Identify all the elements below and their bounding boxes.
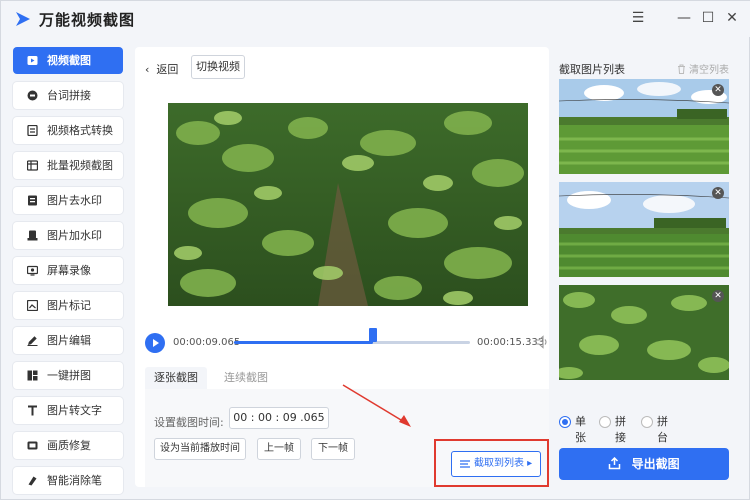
- set-current-time-button[interactable]: 设为当前播放时间: [154, 438, 246, 460]
- trash-icon: [677, 64, 685, 74]
- sidebar-item-label: 图片编辑: [47, 334, 91, 347]
- sidebar-item-subtitle-join[interactable]: 台词拼接: [13, 82, 123, 109]
- time-input[interactable]: 00 : 00 : 09 .065: [229, 407, 329, 429]
- export-screenshot-button[interactable]: 导出截图: [559, 448, 729, 480]
- screenshot-mode-tabs: 逐张截图 连续截图: [145, 367, 549, 389]
- add-watermark-icon: [27, 230, 38, 241]
- title-bar: 万能视频截图 ☰ — ☐ ✕: [1, 1, 750, 37]
- sidebar-item-label: 图片去水印: [47, 194, 102, 207]
- screenshot-thumb[interactable]: ✕: [559, 285, 729, 380]
- eraser-pen-icon: [28, 476, 37, 486]
- play-icon: [153, 339, 159, 347]
- switch-video-button[interactable]: 切换视频: [191, 55, 245, 79]
- volume-icon[interactable]: [535, 335, 549, 349]
- sidebar-item-image-edit[interactable]: 图片编辑: [13, 327, 123, 354]
- sidebar-item-label: 智能消除笔: [47, 474, 102, 487]
- thumb-image: [559, 182, 729, 277]
- tab-single-screenshot[interactable]: 逐张截图: [145, 367, 207, 389]
- sidebar-item-remove-watermark[interactable]: 图片去水印: [13, 187, 123, 214]
- current-time: 00:00:09.065: [173, 337, 241, 348]
- subtitle-join-icon: [27, 90, 38, 101]
- progress-handle[interactable]: [369, 328, 378, 342]
- sidebar-item-label: 台词拼接: [47, 89, 91, 102]
- sidebar-item-image-to-text[interactable]: 图片转文字: [13, 397, 123, 424]
- screenshot-list-panel: 截取图片列表 清空列表 ✕ ✕ ✕ 单张 拼接 拼台 导出截图: [557, 47, 737, 487]
- sidebar-item-label: 画质修复: [47, 439, 91, 452]
- sidebar-item-label: 图片标记: [47, 299, 91, 312]
- radio-dot: [599, 416, 611, 428]
- sidebar-item-collage[interactable]: 一键拼图: [13, 362, 123, 389]
- menu-icon[interactable]: ☰: [629, 9, 647, 27]
- video-screenshot-icon: [27, 56, 38, 65]
- clear-list-button[interactable]: 清空列表: [677, 61, 729, 76]
- back-label: 返回: [156, 63, 179, 76]
- quality-repair-icon: [27, 441, 38, 450]
- sidebar-item-add-watermark[interactable]: 图片加水印: [13, 222, 123, 249]
- progress-fill: [234, 341, 374, 344]
- image-edit-icon: [27, 336, 38, 346]
- sidebar-item-label: 屏幕录像: [47, 264, 91, 277]
- minimize-button[interactable]: —: [675, 9, 693, 27]
- radio-label: 单张: [575, 415, 586, 444]
- mode-single-radio[interactable]: 单张: [559, 414, 586, 444]
- sidebar-item-label: 图片加水印: [47, 229, 102, 242]
- image-mark-icon: [27, 300, 38, 311]
- list-icon: [460, 460, 470, 468]
- radio-dot: [641, 416, 653, 428]
- sidebar-item-video-screenshot[interactable]: 视频截图: [13, 47, 123, 74]
- capture-to-list-button[interactable]: 截取到列表 ▸: [451, 451, 541, 477]
- export-icon: [609, 456, 621, 470]
- screen-record-icon: [27, 265, 38, 276]
- capture-label: 截取到列表 ▸: [474, 458, 533, 469]
- collage-icon: [27, 370, 38, 381]
- radio-label: 拼接: [615, 415, 626, 444]
- tab-continuous-screenshot[interactable]: 连续截图: [215, 367, 277, 389]
- thumb-image: [559, 79, 729, 174]
- remove-thumb-button[interactable]: ✕: [712, 187, 724, 199]
- sidebar: 视频截图 台词拼接 视频格式转换 批量视频截图 图片去水印 图片加水印 屏幕录像: [13, 47, 123, 500]
- sidebar-item-label: 图片转文字: [47, 404, 102, 417]
- radio-dot: [559, 416, 571, 428]
- sidebar-item-eraser-pen[interactable]: 智能消除笔: [13, 467, 123, 494]
- sidebar-item-screen-record[interactable]: 屏幕录像: [13, 257, 123, 284]
- sidebar-item-label: 一键拼图: [47, 369, 91, 382]
- app-window: 万能视频截图 ☰ — ☐ ✕ 视频截图 台词拼接 视频格式转换 批量视频截图 图…: [0, 0, 750, 500]
- image-to-text-icon: [28, 405, 37, 416]
- sidebar-item-label: 批量视频截图: [47, 159, 113, 172]
- batch-screenshot-icon: [27, 160, 38, 171]
- sidebar-item-image-mark[interactable]: 图片标记: [13, 292, 123, 319]
- sidebar-item-label: 视频格式转换: [47, 124, 113, 137]
- close-button[interactable]: ✕: [723, 9, 741, 27]
- set-time-label: 设置截图时间:: [154, 416, 224, 429]
- remove-thumb-button[interactable]: ✕: [712, 290, 724, 302]
- prev-frame-button[interactable]: 上一帧: [257, 438, 301, 460]
- sidebar-item-quality-repair[interactable]: 画质修复: [13, 432, 123, 459]
- maximize-button[interactable]: ☐: [699, 9, 717, 27]
- main-panel: ‹ 返回 切换视频 00:00:09.065 00:00:15.333 逐张截图…: [135, 47, 549, 487]
- back-button[interactable]: ‹ 返回: [145, 61, 178, 77]
- play-button[interactable]: [145, 333, 165, 353]
- video-preview[interactable]: [168, 103, 528, 306]
- export-label: 导出截图: [631, 457, 680, 471]
- sidebar-item-format-convert[interactable]: 视频格式转换: [13, 117, 123, 144]
- mode-subtitle-join-radio[interactable]: 拼台词: [641, 414, 668, 460]
- mode-join-radio[interactable]: 拼接: [599, 414, 626, 444]
- clear-list-label: 清空列表: [689, 65, 729, 76]
- next-frame-button[interactable]: 下一帧: [311, 438, 355, 460]
- list-title: 截取图片列表: [559, 63, 625, 76]
- screenshot-thumb[interactable]: ✕: [559, 182, 729, 277]
- remove-thumb-button[interactable]: ✕: [712, 84, 724, 96]
- screenshot-thumb[interactable]: ✕: [559, 79, 729, 174]
- app-logo-icon: [16, 12, 30, 26]
- sidebar-item-batch-screenshot[interactable]: 批量视频截图: [13, 152, 123, 179]
- format-convert-icon: [27, 125, 38, 136]
- sidebar-item-label: 视频截图: [47, 54, 91, 67]
- progress-track[interactable]: [234, 341, 470, 344]
- remove-watermark-icon: [28, 195, 37, 206]
- app-title: 万能视频截图: [39, 11, 136, 29]
- thumb-image: [559, 285, 729, 380]
